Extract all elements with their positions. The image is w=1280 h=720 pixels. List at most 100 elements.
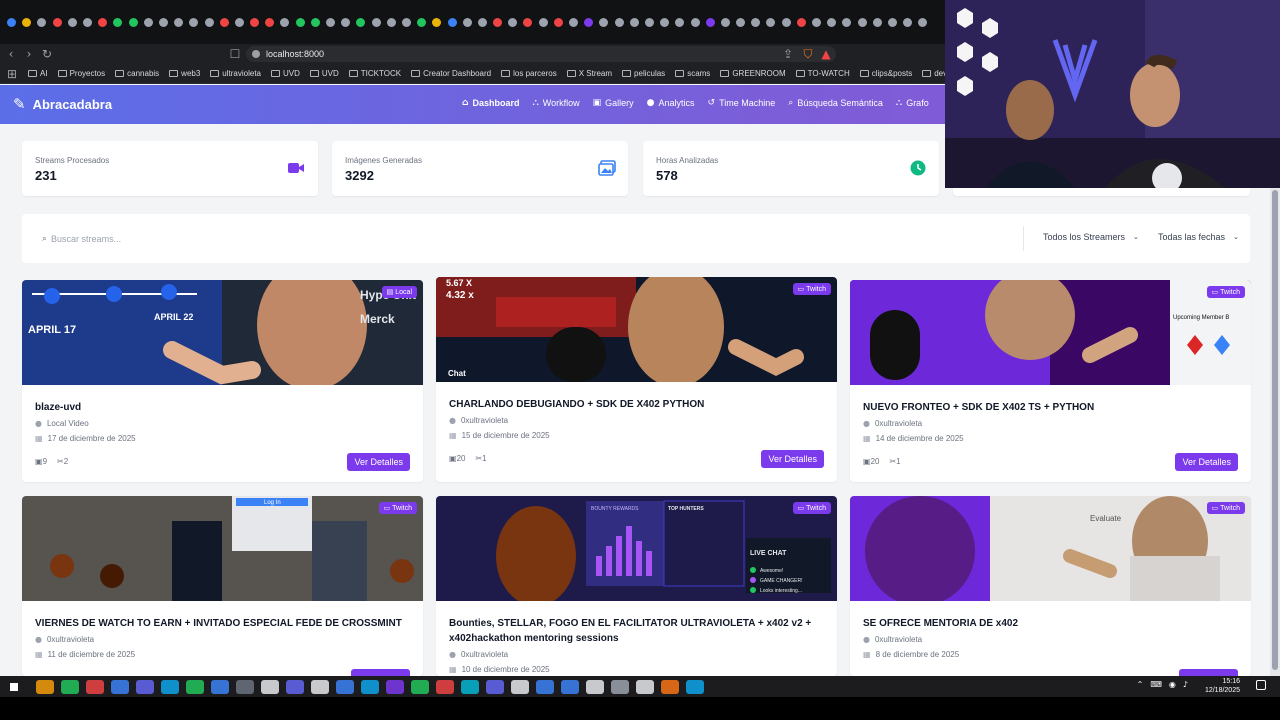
taskbar-app-icon[interactable] xyxy=(335,679,354,694)
browser-tab[interactable] xyxy=(885,9,900,35)
browser-tab[interactable] xyxy=(763,9,778,35)
nav-item-time-machine[interactable]: ↺ Time Machine xyxy=(708,98,776,108)
stream-card[interactable]: BOUNTY REWARDS TOP HUNTERS LIVE CHAT Awe… xyxy=(436,496,837,676)
bookmark-item[interactable]: AI xyxy=(28,69,48,78)
browser-tab[interactable] xyxy=(794,9,809,35)
stream-thumbnail[interactable]: 5.67 X 4.32 x Chat ▭ Twitch xyxy=(436,277,837,382)
browser-tab[interactable] xyxy=(824,9,839,35)
taskbar-app-icon[interactable] xyxy=(85,679,104,694)
browser-tab[interactable] xyxy=(900,9,915,35)
taskbar-app-icon[interactable] xyxy=(160,679,179,694)
taskbar-app-icon[interactable] xyxy=(60,679,79,694)
taskbar-app-icon[interactable] xyxy=(135,679,154,694)
browser-tab[interactable] xyxy=(277,9,292,35)
brand[interactable]: ✎ Abracadabra xyxy=(13,95,112,113)
browser-tab[interactable] xyxy=(657,9,672,35)
browser-tab[interactable] xyxy=(460,9,475,35)
browser-tab[interactable] xyxy=(126,9,141,35)
taskbar-app-icon[interactable] xyxy=(35,679,54,694)
browser-tab[interactable] xyxy=(703,9,718,35)
browser-tab[interactable] xyxy=(779,9,794,35)
browser-tab[interactable] xyxy=(50,9,65,35)
nav-item-workflow[interactable]: ⛬ Workflow xyxy=(532,98,579,108)
browser-tab[interactable] xyxy=(338,9,353,35)
taskbar-app-icon[interactable] xyxy=(260,679,279,694)
stream-card[interactable]: Evaluate ▭ Twitch SE OFRECE MENTORIA DE x… xyxy=(850,496,1251,676)
browser-tab[interactable] xyxy=(672,9,687,35)
browser-tab[interactable] xyxy=(156,9,171,35)
taskbar-app-icon[interactable] xyxy=(235,679,254,694)
bookmark-item[interactable]: UVD xyxy=(309,69,339,78)
browser-tab[interactable] xyxy=(855,9,870,35)
date-select[interactable]: Todas las fechas ⌄ xyxy=(1158,232,1239,242)
stream-thumbnail[interactable]: Log In ▭ Twitch xyxy=(22,496,423,601)
view-details-button[interactable]: Ver Detalles xyxy=(1175,453,1238,471)
bookmark-item[interactable]: TICKTOCK xyxy=(348,69,401,78)
card-title[interactable]: Bounties, STELLAR, FOGO EN EL FACILITATO… xyxy=(449,616,821,646)
rewards-icon[interactable]: ▲ xyxy=(817,47,835,61)
card-title[interactable]: blaze-uvd xyxy=(35,400,407,415)
browser-tab[interactable] xyxy=(733,9,748,35)
taskbar-app-icon[interactable] xyxy=(110,679,129,694)
view-details-button[interactable] xyxy=(1179,669,1238,676)
taskbar-app-icon[interactable] xyxy=(460,679,479,694)
taskbar-app-icon[interactable] xyxy=(435,679,454,694)
taskbar-app-icon[interactable] xyxy=(410,679,429,694)
bookmark-item[interactable]: Creator Dashboard xyxy=(411,69,491,78)
scrollbar-thumb[interactable] xyxy=(1272,190,1278,670)
browser-tab[interactable] xyxy=(262,9,277,35)
browser-tab[interactable] xyxy=(520,9,535,35)
browser-tab[interactable] xyxy=(369,9,384,35)
browser-tab[interactable] xyxy=(217,9,232,35)
bookmark-item[interactable]: clips&posts xyxy=(859,69,912,78)
bookmark-icon[interactable]: ☐ xyxy=(226,47,244,61)
notifications-icon[interactable] xyxy=(1256,680,1266,690)
browser-tab[interactable] xyxy=(748,9,763,35)
taskbar-app-icon[interactable] xyxy=(685,679,704,694)
bookmark-item[interactable]: GREENROOM xyxy=(720,69,786,78)
browser-tab[interactable] xyxy=(384,9,399,35)
browser-tab[interactable] xyxy=(399,9,414,35)
site-info-icon[interactable] xyxy=(252,50,260,58)
clock[interactable]: 15:16 12/18/2025 xyxy=(1205,677,1240,695)
browser-tab[interactable] xyxy=(687,9,702,35)
reload-icon[interactable]: ↻ xyxy=(38,47,56,61)
browser-tab[interactable] xyxy=(110,9,125,35)
nav-item-grafo[interactable]: ⛬ Grafo xyxy=(896,98,929,108)
stream-card[interactable]: Log In ▭ Twitch VIERNES DE WATCH TO EARN … xyxy=(22,496,423,676)
browser-tab[interactable] xyxy=(186,9,201,35)
bookmark-item[interactable]: scams xyxy=(675,69,710,78)
page-scrollbar[interactable] xyxy=(1270,188,1280,676)
stream-thumbnail[interactable]: BOUNTY REWARDS TOP HUNTERS LIVE CHAT Awe… xyxy=(436,496,837,601)
brave-shield-icon[interactable]: ⛉ xyxy=(799,47,817,62)
stream-thumbnail[interactable]: Upcoming Member B ▭ Twitch xyxy=(850,280,1251,385)
start-icon[interactable] xyxy=(10,682,18,691)
browser-tab[interactable] xyxy=(65,9,80,35)
card-title[interactable]: CHARLANDO DEBUGIANDO + SDK DE X402 PYTHO… xyxy=(449,397,821,412)
bookmark-item[interactable]: X Stream xyxy=(566,69,612,78)
nav-item-dashboard[interactable]: ⌂ Dashboard xyxy=(462,98,519,108)
browser-tab[interactable] xyxy=(444,9,459,35)
taskbar-app-icon[interactable] xyxy=(185,679,204,694)
browser-tab[interactable] xyxy=(141,9,156,35)
browser-tab[interactable] xyxy=(839,9,854,35)
bookmark-item[interactable]: peliculas xyxy=(622,69,665,78)
taskbar-app-icon[interactable] xyxy=(535,679,554,694)
stream-card[interactable]: APRIL 17 APRIL 22 Hype Unit Merck ▤Local… xyxy=(22,280,423,482)
browser-tab[interactable] xyxy=(353,9,368,35)
view-details-button[interactable]: Ver Detalles xyxy=(347,453,410,471)
forward-icon[interactable]: › xyxy=(20,47,38,61)
taskbar-app-icon[interactable] xyxy=(660,679,679,694)
browser-tab[interactable] xyxy=(596,9,611,35)
bookmark-item[interactable]: web3 xyxy=(169,69,200,78)
browser-tab[interactable] xyxy=(232,9,247,35)
browser-tab[interactable] xyxy=(171,9,186,35)
keyboard-icon[interactable]: ⌨ xyxy=(1150,680,1162,689)
stream-card[interactable]: Upcoming Member B ▭ Twitch NUEVO FRONTEO … xyxy=(850,280,1251,482)
stream-thumbnail[interactable]: Evaluate ▭ Twitch xyxy=(850,496,1251,601)
browser-tab[interactable] xyxy=(429,9,444,35)
chevron-up-icon[interactable]: ⌃ xyxy=(1137,680,1144,689)
bookmark-item[interactable]: UVD xyxy=(270,69,300,78)
browser-tab[interactable] xyxy=(718,9,733,35)
browser-tab[interactable] xyxy=(627,9,642,35)
